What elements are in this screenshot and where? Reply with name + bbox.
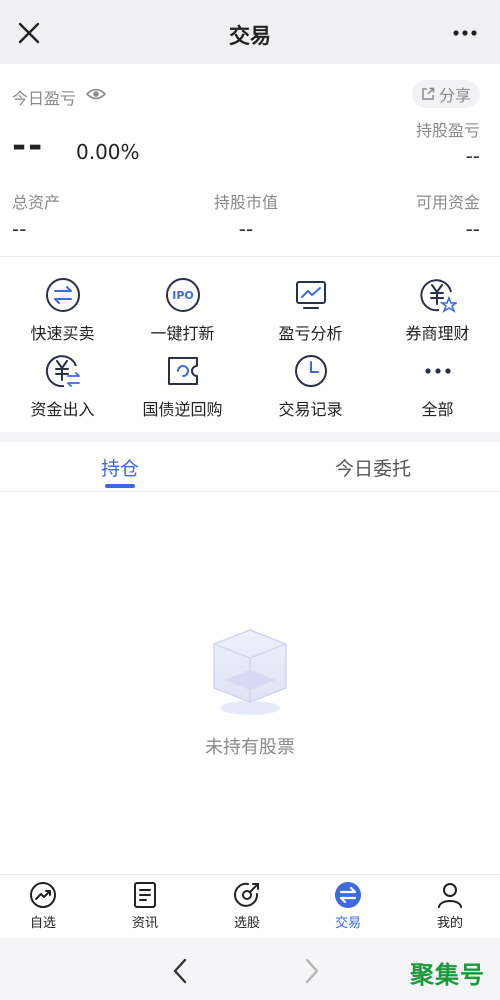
active-tab-indicator [105,484,135,488]
ipo-icon: IPO [165,278,200,312]
nav-watchlist-label: 自选 [29,916,56,931]
divider [0,256,500,257]
trade-record-label: 交易记录 [278,400,343,419]
holding-profit-label: 持股盈亏 [415,121,480,140]
svg-text:IPO: IPO [172,289,194,302]
nav-stock-picker[interactable]: 选股 [197,880,297,931]
exchange-filled-icon [335,882,361,908]
quick-trade-button[interactable]: 快速买卖 [0,276,125,344]
monitor-chart-icon [295,281,326,309]
back-chevron-icon[interactable] [170,957,190,985]
today-profit-value: -- [12,126,45,166]
available-funds-value: -- [465,217,480,241]
exchange-icon [45,278,80,312]
share-button[interactable]: 分享 [412,80,480,108]
market-value-label: 持股市值 [213,193,278,212]
profit-analysis-label: 盈亏分析 [278,324,343,343]
document-icon [134,882,156,908]
nav-news-label: 资讯 [131,916,158,931]
nav-profile-label: 我的 [436,916,463,931]
ipo-label: 一键打新 [150,324,215,343]
fund-transfer-button[interactable]: 资金出入 [0,352,125,420]
broker-wealth-label: 券商理财 [405,324,470,343]
eye-icon[interactable] [86,86,106,102]
trade-record-button[interactable]: 交易记录 [248,352,373,420]
available-funds-label: 可用资金 [415,193,480,212]
section-separator [0,432,500,442]
total-assets-value: -- [12,217,27,241]
bond-ticket-icon [167,357,198,385]
empty-box-icon [213,629,287,715]
yuan-star-icon [419,279,457,313]
clock-icon [294,355,327,387]
quick-trade-label: 快速买卖 [30,324,95,343]
nav-stock-picker-label: 选股 [233,916,260,931]
all-functions-button[interactable]: 全部 [375,352,500,420]
bond-repo-label: 国债逆回购 [142,400,223,419]
broker-wealth-button[interactable]: 券商理财 [375,276,500,344]
more-dots-icon [424,368,451,374]
today-profit-percent: 0.00% [76,140,140,164]
tab-today-orders[interactable]: 今日委托 [248,454,498,481]
share-icon [422,87,435,100]
holding-profit-value: -- [465,144,480,168]
nav-profile[interactable]: 我的 [400,880,500,931]
tab-divider [0,491,500,492]
watermark: 聚集号 [410,961,485,989]
today-profit-label: 今日盈亏 [12,89,77,108]
bond-repo-button[interactable]: 国债逆回购 [120,352,245,420]
yuan-transfer-icon [45,355,80,388]
person-icon [438,883,462,908]
total-assets-label: 总资产 [12,193,61,212]
share-label: 分享 [438,86,471,105]
nav-watchlist[interactable]: 自选 [0,880,93,931]
trend-circle-icon [30,882,56,908]
nav-news[interactable]: 资讯 [95,880,195,931]
fund-transfer-label: 资金出入 [30,400,95,419]
tab-holdings[interactable]: 持仓 [0,454,245,481]
empty-state-label: 未持有股票 [205,737,295,758]
nav-trade-label: 交易 [334,916,361,931]
forward-chevron-icon[interactable] [302,957,322,985]
all-functions-label: 全部 [421,400,454,419]
page-title: 交易 [229,24,271,48]
nav-trade[interactable]: 交易 [298,880,398,931]
profit-analysis-button[interactable]: 盈亏分析 [248,276,373,344]
ipo-button[interactable]: IPO 一键打新 [120,276,245,344]
target-icon [234,882,259,907]
more-icon[interactable] [450,23,480,43]
market-value-value: -- [238,217,254,241]
